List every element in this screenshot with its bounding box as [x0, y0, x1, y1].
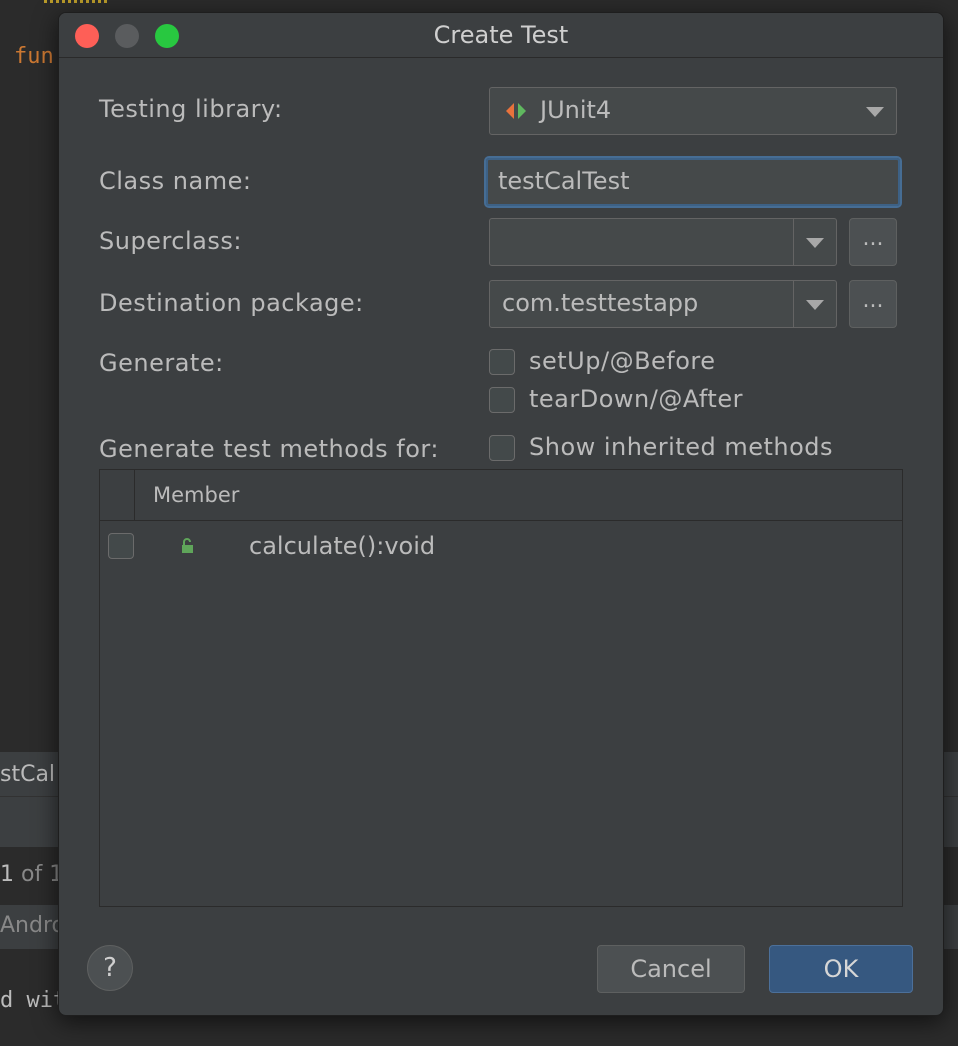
- ok-button[interactable]: OK: [769, 945, 913, 993]
- class-name-value: testCalTest: [498, 167, 630, 195]
- methods-label: Generate test methods for:: [99, 435, 439, 463]
- cancel-button[interactable]: Cancel: [597, 945, 745, 993]
- show-inherited-label[interactable]: Show inherited methods: [529, 433, 833, 461]
- dialog-titlebar: Create Test: [59, 13, 943, 58]
- setup-before-label[interactable]: setUp/@Before: [529, 347, 716, 375]
- dialog-title: Create Test: [433, 21, 569, 49]
- class-name-label: Class name:: [99, 167, 252, 195]
- setup-before-checkbox[interactable]: [489, 349, 515, 375]
- column-divider: [134, 470, 135, 520]
- create-test-dialog: Create Test Testing library: JUnit4 Clas…: [58, 12, 944, 1016]
- destination-package-combo[interactable]: com.testtestapp: [489, 280, 837, 328]
- search-match-count: 1 of 1: [0, 862, 64, 887]
- combo-divider: [793, 281, 794, 327]
- show-inherited-checkbox[interactable]: [489, 435, 515, 461]
- generate-label: Generate:: [99, 349, 224, 377]
- console-log-text: d wit: [0, 988, 67, 1013]
- table-header: Member: [100, 470, 902, 521]
- superclass-browse-button[interactable]: ...: [849, 218, 897, 266]
- member-column-header[interactable]: Member: [153, 483, 239, 507]
- superclass-label: Superclass:: [99, 227, 242, 255]
- testing-library-value: JUnit4: [540, 96, 612, 124]
- superclass-combo[interactable]: [489, 218, 837, 266]
- members-table: Member calculate():void: [99, 469, 903, 907]
- testing-library-label: Testing library:: [99, 95, 283, 123]
- teardown-after-checkbox[interactable]: [489, 387, 515, 413]
- editor-code-keyword: fun: [14, 44, 54, 69]
- help-button[interactable]: ?: [87, 945, 133, 991]
- chevron-down-icon: [866, 107, 884, 117]
- destination-package-browse-button[interactable]: ...: [849, 280, 897, 328]
- destination-package-value: com.testtestapp: [502, 289, 699, 317]
- destination-package-label: Destination package:: [99, 289, 364, 317]
- chevron-down-icon[interactable]: [806, 300, 824, 310]
- combo-divider: [793, 219, 794, 265]
- member-checkbox[interactable]: [108, 533, 134, 559]
- teardown-after-label[interactable]: tearDown/@After: [529, 385, 743, 413]
- public-method-icon: [182, 538, 193, 553]
- class-name-input[interactable]: testCalTest: [484, 156, 902, 208]
- junit-icon: [506, 103, 526, 119]
- chevron-down-icon[interactable]: [806, 238, 824, 248]
- bottom-tab-label: stCal: [0, 762, 56, 787]
- code-underline-dots: [44, 0, 108, 3]
- table-row[interactable]: calculate():void: [100, 522, 902, 572]
- member-name: calculate():void: [249, 532, 436, 560]
- testing-library-select[interactable]: JUnit4: [489, 87, 897, 135]
